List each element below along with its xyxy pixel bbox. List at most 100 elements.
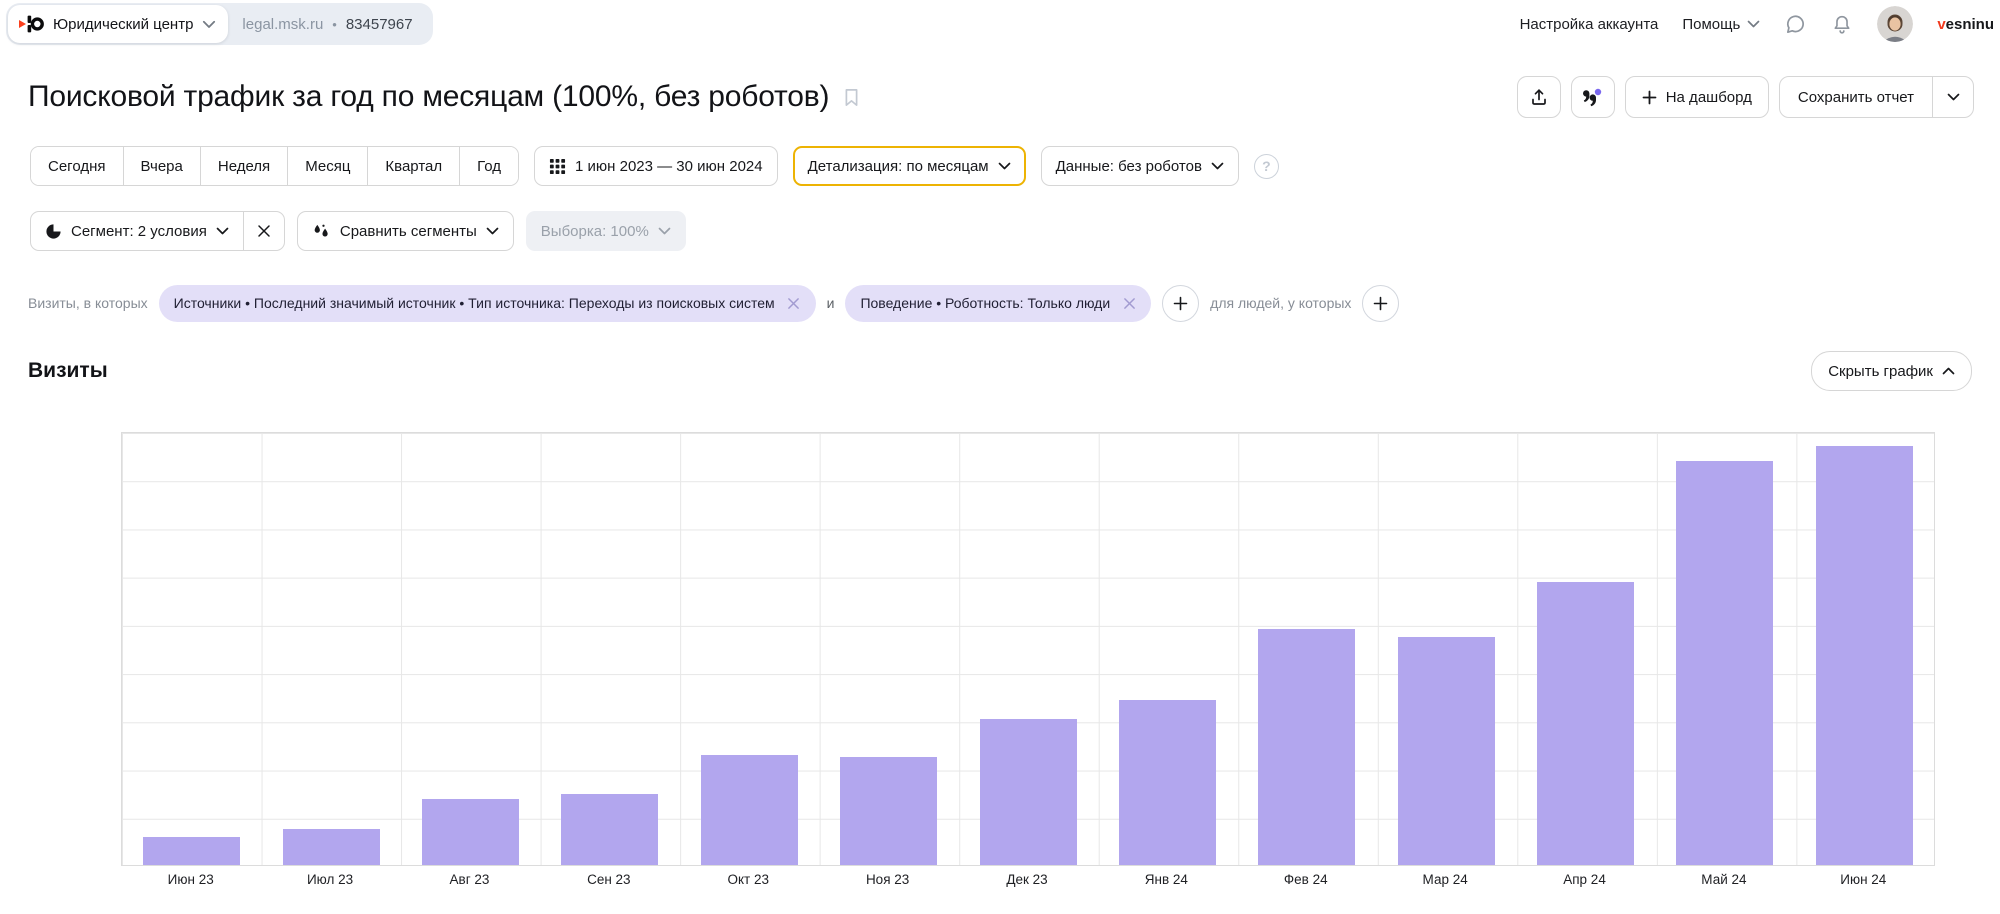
bar-май-24[interactable] (1676, 461, 1773, 865)
period-button-today[interactable]: Сегодня (31, 147, 123, 185)
username[interactable]: vesninu (1937, 16, 1994, 33)
condition-chip-sources[interactable]: Источники • Последний значимый источник … (159, 285, 816, 322)
visits-bar-chart (121, 432, 1935, 866)
x-axis-label: Мар 24 (1375, 872, 1514, 887)
data-mode-label: Данные: без роботов (1056, 158, 1202, 175)
chart-x-axis-labels: Июн 23Июл 23Авг 23Сен 23Окт 23Ноя 23Дек … (121, 872, 1935, 892)
save-report-dropdown[interactable] (1932, 77, 1973, 117)
compare-segments-dropdown[interactable]: Сравнить сегменты (297, 211, 514, 251)
metrica-report-page: Юридический центр legal.msk.ru • 8345796… (0, 0, 2000, 914)
report-title-bar: Поисковой трафик за год по месяцам (100%… (28, 72, 1974, 122)
period-button-year[interactable]: Год (459, 147, 518, 185)
detail-dropdown[interactable]: Детализация: по месяцам (793, 146, 1026, 186)
user-avatar[interactable] (1877, 6, 1913, 42)
x-axis-label: Ноя 23 (818, 872, 957, 887)
period-row: СегодняВчераНеделяМесяцКварталГод 1 июн … (30, 146, 1279, 186)
remove-chip-icon[interactable] (1119, 293, 1139, 313)
bar-фев-24[interactable] (1258, 629, 1355, 865)
remove-chip-icon[interactable] (784, 293, 804, 313)
period-button-week[interactable]: Неделя (200, 147, 287, 185)
counter-name: Юридический центр (53, 16, 193, 33)
segment-label: Сегмент: 2 условия (71, 223, 207, 240)
chevron-down-icon (486, 227, 499, 235)
help-symbol: ? (1262, 158, 1271, 174)
chevron-down-icon (998, 162, 1011, 170)
chevron-down-icon (202, 20, 216, 29)
counter-domain: legal.msk.ru (242, 16, 323, 33)
bar-апр-24[interactable] (1537, 582, 1634, 865)
bar-окт-23[interactable] (701, 755, 798, 865)
segment-clear-button[interactable] (243, 212, 284, 250)
plus-icon (1173, 296, 1188, 311)
conditions-row: Визиты, в которых Источники • Последний … (28, 284, 1399, 322)
people-condition-label: для людей, у которых (1210, 295, 1351, 311)
counter-meta: legal.msk.ru • 83457967 (242, 16, 412, 33)
username-first-letter: v (1937, 16, 1945, 33)
help-question-icon[interactable]: ? (1254, 154, 1279, 179)
chip-label: Источники • Последний значимый источник … (174, 295, 775, 311)
chat-icon[interactable] (1784, 13, 1807, 36)
export-share-button[interactable] (1517, 76, 1561, 118)
sampling-dropdown[interactable]: Выборка: 100% (526, 211, 686, 251)
x-axis-label: Июл 23 (260, 872, 399, 887)
x-axis-label: Авг 23 (400, 872, 539, 887)
x-axis-label: Янв 24 (1097, 872, 1236, 887)
bar-сен-23[interactable] (561, 794, 658, 865)
ai-summary-button[interactable] (1571, 76, 1615, 118)
add-to-dashboard-label: На дашборд (1666, 89, 1752, 106)
bar-ноя-23[interactable] (840, 757, 937, 865)
calendar-grid-icon (549, 158, 566, 175)
counter-switcher[interactable]: Юридический центр (8, 5, 228, 43)
hide-chart-label: Скрыть график (1828, 363, 1933, 380)
segment-group: Сегмент: 2 условия (30, 211, 285, 251)
add-to-dashboard-button[interactable]: На дашборд (1625, 76, 1769, 118)
save-report-label: Сохранить отчет (1798, 89, 1914, 106)
visits-condition-label: Визиты, в которых (28, 295, 148, 311)
add-people-condition-button[interactable] (1362, 285, 1399, 322)
x-axis-label: Фев 24 (1236, 872, 1375, 887)
top-navigation: Настройка аккаунта Помощь (1520, 0, 1994, 48)
chevron-down-icon (1947, 93, 1960, 101)
x-axis-label: Июн 24 (1794, 872, 1933, 887)
x-axis-label: Май 24 (1654, 872, 1793, 887)
chevron-down-icon (1211, 162, 1224, 170)
period-button-month[interactable]: Месяц (287, 147, 367, 185)
and-connector-label: и (827, 295, 835, 311)
bar-июн-24[interactable] (1816, 446, 1913, 865)
bar-авг-23[interactable] (422, 799, 519, 865)
bar-дек-23[interactable] (980, 719, 1077, 865)
x-axis-label: Июн 23 (121, 872, 260, 887)
chip-label: Поведение • Роботность: Только люди (860, 295, 1110, 311)
username-rest: esninu (1946, 16, 1994, 33)
segment-row: Сегмент: 2 условия Сравнить сегменты (30, 211, 686, 251)
date-range-button[interactable]: 1 июн 2023 — 30 июн 2024 (534, 146, 778, 186)
chevron-down-icon (216, 227, 229, 235)
data-mode-dropdown[interactable]: Данные: без роботов (1041, 146, 1239, 186)
x-axis-label: Апр 24 (1515, 872, 1654, 887)
date-range-label: 1 июн 2023 — 30 июн 2024 (575, 158, 763, 175)
save-report-button[interactable]: Сохранить отчет (1780, 77, 1932, 117)
account-settings-link[interactable]: Настройка аккаунта (1520, 16, 1659, 33)
condition-chip-robots[interactable]: Поведение • Роботность: Только люди (845, 285, 1151, 322)
period-button-quarter[interactable]: Квартал (367, 147, 459, 185)
help-menu[interactable]: Помощь (1682, 16, 1760, 33)
period-segmented: СегодняВчераНеделяМесяцКварталГод (30, 146, 519, 186)
detail-label: Детализация: по месяцам (808, 158, 989, 175)
segment-dropdown[interactable]: Сегмент: 2 условия (31, 212, 243, 250)
bookmark-icon[interactable] (843, 87, 860, 108)
x-axis-label: Дек 23 (957, 872, 1096, 887)
separator-dot: • (332, 17, 337, 32)
save-report-group: Сохранить отчет (1779, 76, 1974, 118)
hide-chart-button[interactable]: Скрыть график (1811, 351, 1972, 391)
close-icon (257, 224, 271, 238)
add-visit-condition-button[interactable] (1162, 285, 1199, 322)
notifications-bell-icon[interactable] (1831, 13, 1853, 35)
sampling-label: Выборка: 100% (541, 223, 649, 240)
bar-июл-23[interactable] (283, 829, 380, 865)
bar-мар-24[interactable] (1398, 637, 1495, 865)
bar-янв-24[interactable] (1119, 700, 1216, 865)
bar-июн-23[interactable] (143, 837, 240, 865)
compare-label: Сравнить сегменты (340, 223, 477, 240)
plus-icon (1373, 296, 1388, 311)
period-button-yesterday[interactable]: Вчера (123, 147, 200, 185)
